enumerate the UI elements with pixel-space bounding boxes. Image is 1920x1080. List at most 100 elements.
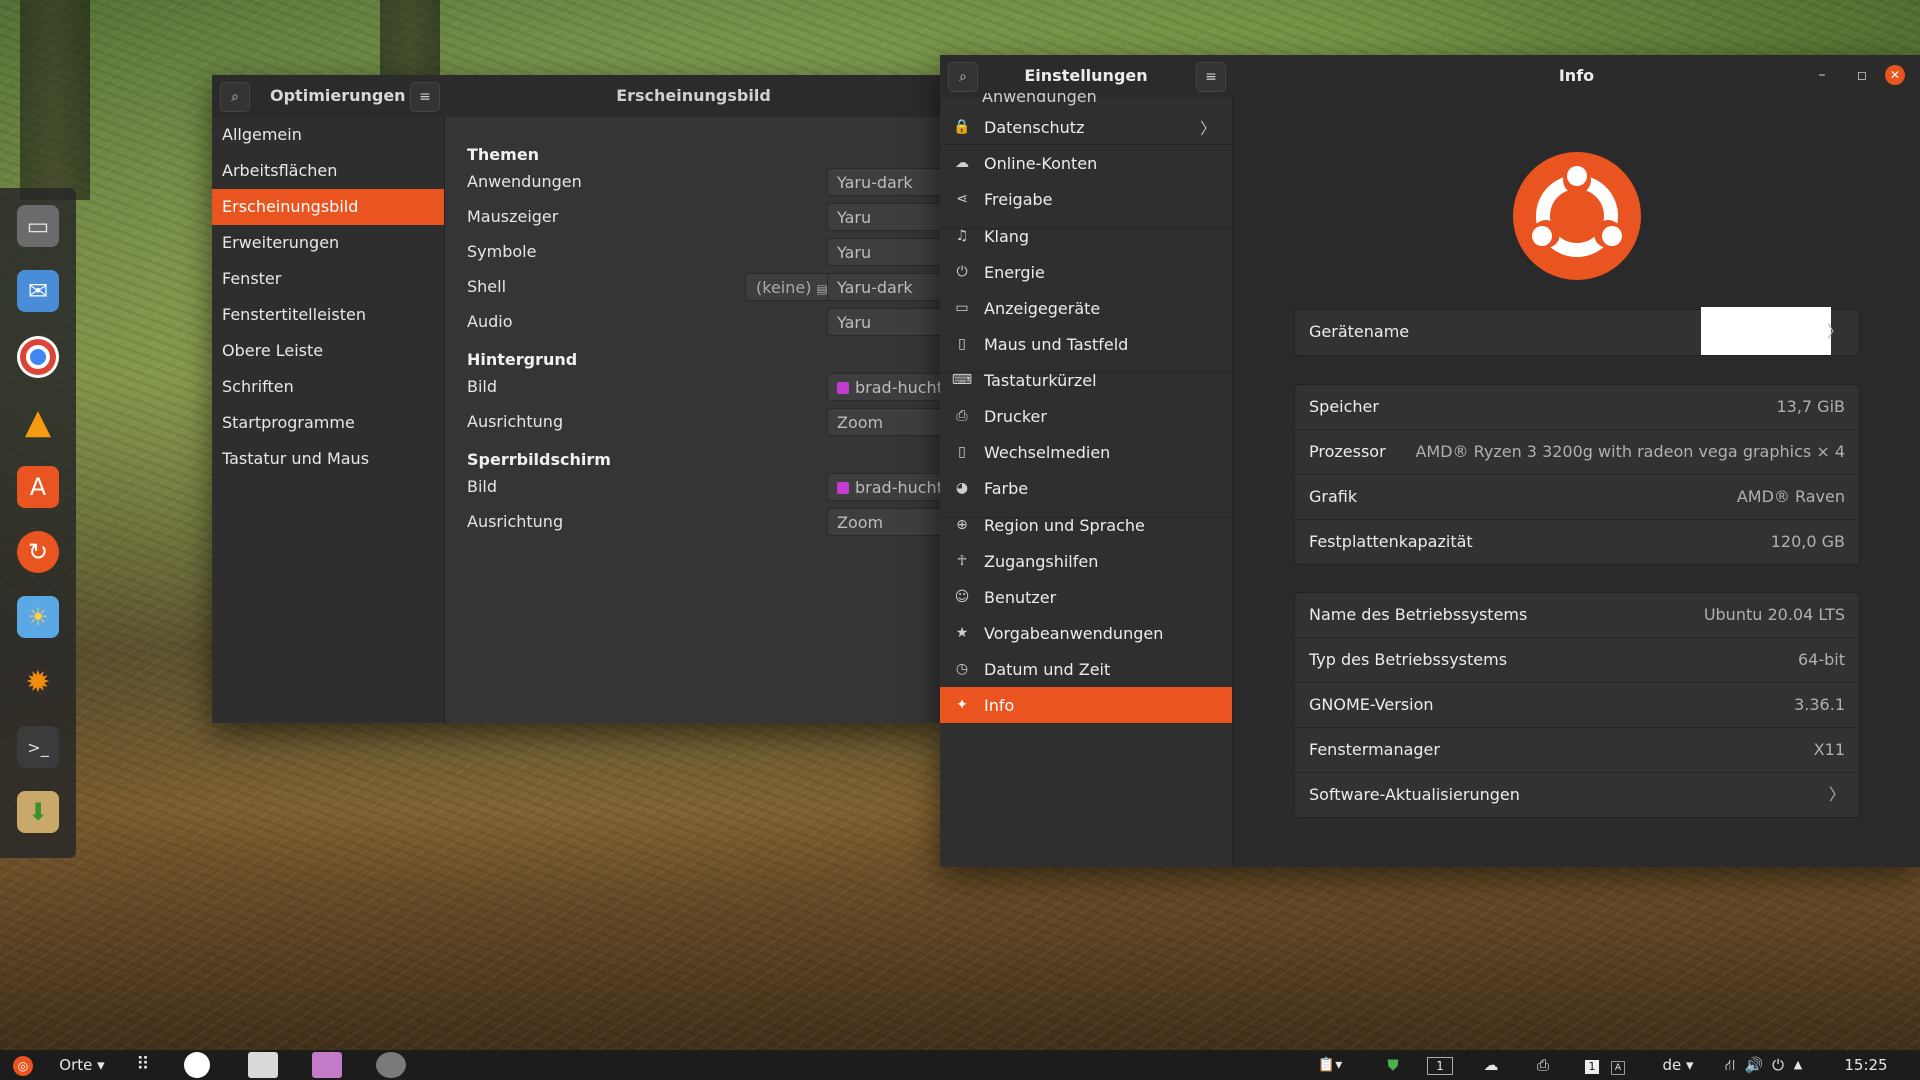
cloud-indicator[interactable]: ☁: [1478, 1050, 1504, 1080]
keyboard-icon: ⌨: [951, 372, 973, 388]
network-indicator[interactable]: ⛙: [1718, 1050, 1742, 1080]
mail-icon[interactable]: ✉: [17, 270, 59, 312]
search-button[interactable]: ⌕: [948, 62, 978, 92]
info-row: Typ des Betriebssystems 64-bit: [1295, 637, 1859, 682]
places-menu[interactable]: Orte ▾: [52, 1050, 112, 1080]
taskbar-chrome[interactable]: [184, 1052, 210, 1078]
sidebar-item[interactable]: ▯ Maus und Tastfeld: [940, 326, 1232, 362]
taskbar-settings[interactable]: [376, 1052, 406, 1078]
printer-icon: ⎙: [956, 408, 968, 424]
shield-indicator[interactable]: ⛊: [1380, 1050, 1406, 1080]
menu-button[interactable]: ≡: [410, 82, 440, 112]
hamburger-icon: ≡: [1205, 69, 1217, 85]
sidebar-item[interactable]: ♫ Klang: [940, 218, 1232, 254]
info-key: Software-Aktualisierungen: [1309, 785, 1520, 804]
minimize-button[interactable]: –: [1810, 63, 1834, 87]
sidebar-item-label: Online-Konten: [984, 153, 1098, 173]
network-icon: ⛙: [1724, 1056, 1736, 1074]
sidebar-item[interactable]: ✦ Info: [940, 687, 1232, 723]
device-name-field[interactable]: [1701, 307, 1831, 355]
sidebar-item-label: Maus und Tastfeld: [984, 334, 1129, 354]
sidebar-item-label: Anzeigegeräte: [984, 298, 1101, 318]
info-value: AMD® Raven: [1736, 487, 1845, 506]
terminal-icon[interactable]: >_: [17, 726, 59, 768]
info-row: Prozessor AMD® Ryzen 3 3200g with radeon …: [1295, 429, 1859, 474]
info-row[interactable]: Software-Aktualisierungen 〉: [1295, 772, 1859, 817]
app-grid-button[interactable]: ⠿: [128, 1050, 158, 1080]
tweaks-titlebar: ⌕ Optimierungen ≡ Erscheinungsbild: [212, 75, 942, 118]
sidebar-item[interactable]: Tastatur und Maus: [212, 441, 444, 477]
sidebar-item[interactable]: Fenster: [212, 261, 444, 297]
sidebar-item[interactable]: ▭ Anzeigegeräte: [940, 290, 1232, 326]
input-method-indicator[interactable]: A: [1608, 1050, 1628, 1080]
clock[interactable]: 15:25: [1836, 1050, 1896, 1080]
info-value: Ubuntu 20.04 LTS: [1703, 605, 1845, 624]
power-icon: ⏻: [956, 264, 968, 280]
sidebar-item[interactable]: ☁ Online-Konten: [940, 145, 1232, 181]
files-icon[interactable]: ▭: [17, 205, 59, 247]
system-menu-arrow[interactable]: ▲: [1788, 1050, 1808, 1080]
sidebar-item[interactable]: ⋖ Freigabe: [940, 181, 1232, 217]
sidebar-item[interactable]: Startprogramme: [212, 405, 444, 441]
sidebar-item[interactable]: Schriften: [212, 369, 444, 405]
sidebar-item[interactable]: ▯ Wechselmedien: [940, 434, 1232, 470]
sidebar-item[interactable]: ⎙ Drucker: [940, 398, 1232, 434]
ubuntu-menu-button[interactable]: ◎: [8, 1050, 38, 1080]
sidebar-item[interactable]: Fenstertitelleisten: [212, 297, 444, 333]
sidebar-item[interactable]: Erscheinungsbild: [212, 189, 444, 225]
sidebar-item-label: Drucker: [984, 406, 1047, 426]
xsane-icon[interactable]: ✹: [17, 661, 59, 703]
device-name-card[interactable]: Gerätename 〉: [1294, 307, 1860, 356]
taskbar-files[interactable]: [248, 1052, 278, 1078]
display-icon: ▭: [955, 300, 969, 316]
sidebar-item[interactable]: Erweiterungen: [212, 225, 444, 261]
label-lock-ausrichtung: Ausrichtung: [467, 512, 564, 531]
sidebar-item[interactable]: ☥ Zugangshilfen: [940, 543, 1232, 579]
sidebar-item[interactable]: 🔒 Datenschutz 〉: [940, 109, 1232, 145]
keyboard-indicator[interactable]: 1: [1582, 1050, 1602, 1080]
star-icon: ★: [955, 625, 969, 641]
shell-none-button[interactable]: (keine) ▤: [745, 273, 839, 301]
update-icon[interactable]: ↻: [17, 531, 59, 573]
sidebar-item[interactable]: ◷ Datum und Zeit: [940, 651, 1232, 687]
sidebar-item[interactable]: ⊕ Region und Sprache: [940, 507, 1232, 543]
sidebar-item[interactable]: ⌨ Tastaturkürzel: [940, 362, 1232, 398]
software-center-icon[interactable]: A: [17, 466, 59, 508]
workspace-indicator[interactable]: 1: [1425, 1050, 1455, 1080]
sidebar-item[interactable]: ◕ Farbe: [940, 470, 1232, 506]
cloud-icon: ☁: [955, 155, 969, 171]
clipboard-icon: 📋▾: [1317, 1057, 1343, 1073]
close-button[interactable]: ✕: [1885, 65, 1905, 85]
maximize-button[interactable]: ◻: [1850, 63, 1874, 87]
clipboard-indicator[interactable]: 📋▾: [1310, 1050, 1350, 1080]
tweaks-app-title: Optimierungen: [270, 86, 406, 105]
search-button[interactable]: ⌕: [220, 82, 250, 112]
sidebar-item[interactable]: ☺ Benutzer: [940, 579, 1232, 615]
sidebar-item[interactable]: Obere Leiste: [212, 333, 444, 369]
wallpaper-trunk: [20, 0, 90, 200]
taskbar-tweaks[interactable]: [312, 1052, 342, 1078]
lock-icon: 🔒: [953, 119, 971, 135]
label-bg-bild: Bild: [467, 377, 498, 396]
device-name-row[interactable]: Gerätename 〉: [1295, 307, 1859, 355]
vlc-icon[interactable]: ▲: [17, 401, 59, 443]
sidebar-item[interactable]: Allgemein: [212, 117, 444, 153]
sidebar-item-label: Datum und Zeit: [984, 659, 1111, 679]
hardware-card: Speicher 13,7 GiB Prozessor AMD® Ryzen 3 32…: [1294, 384, 1860, 565]
chrome-icon[interactable]: [17, 336, 59, 378]
menu-button[interactable]: ≡: [1196, 62, 1226, 92]
language-selector[interactable]: de ▾: [1656, 1050, 1700, 1080]
power-indicator[interactable]: ⏻: [1766, 1050, 1790, 1080]
section-sperrbildschirm: Sperrbildschirm: [467, 450, 611, 469]
volume-indicator[interactable]: 🔊: [1742, 1050, 1766, 1080]
sidebar-item[interactable]: Arbeitsflächen: [212, 153, 444, 189]
sidebar-item-label: Benutzer: [984, 587, 1057, 607]
label-lock-bild: Bild: [467, 477, 498, 496]
ubuntu-icon: ◎: [13, 1056, 33, 1076]
weather-icon[interactable]: ☀: [17, 596, 59, 638]
arrow-up-icon: ▲: [1793, 1058, 1803, 1071]
sidebar-item[interactable]: ★ Vorgabeanwendungen: [940, 615, 1232, 651]
archive-icon[interactable]: ⬇: [17, 791, 59, 833]
sidebar-item[interactable]: ⏻ Energie: [940, 254, 1232, 290]
printer-indicator[interactable]: ⎙: [1530, 1050, 1556, 1080]
